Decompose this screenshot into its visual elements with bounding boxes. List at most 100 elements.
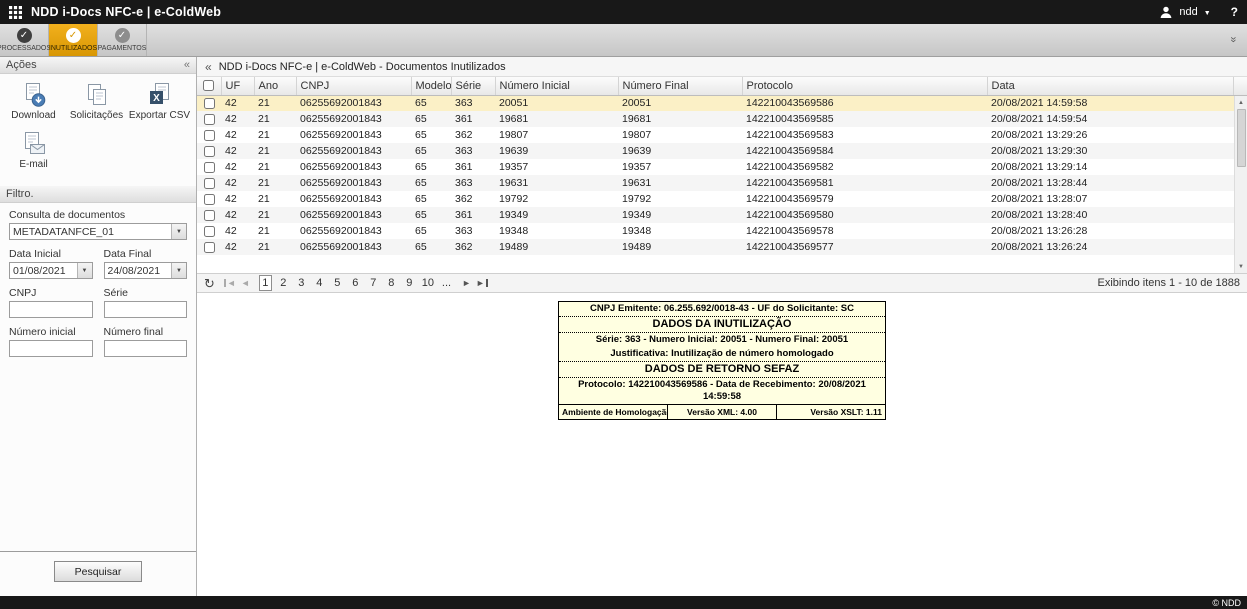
- column-header-numero-inicial[interactable]: Número Inicial: [495, 77, 618, 95]
- data-final-select[interactable]: 24/08/2021 ▼: [104, 262, 188, 279]
- table-header-row: UFAnoCNPJModeloSérieNúmero InicialNúmero…: [197, 77, 1234, 95]
- checkbox-cell: [197, 143, 221, 159]
- table-cell: 363: [451, 95, 495, 111]
- column-header-uf[interactable]: UF: [221, 77, 254, 95]
- tab-label: INUTILIZADOS: [49, 45, 97, 52]
- cnpj-input[interactable]: [9, 301, 93, 318]
- scroll-up-icon[interactable]: ▲: [1235, 96, 1247, 109]
- next-page-button[interactable]: ►: [462, 279, 471, 288]
- table-cell: 19349: [495, 207, 618, 223]
- column-header-modelo[interactable]: Modelo: [411, 77, 451, 95]
- table-row[interactable]: 4221062556920018436536219807198071422100…: [197, 127, 1234, 143]
- checkbox-cell: [197, 207, 221, 223]
- download-action[interactable]: Download: [2, 82, 65, 121]
- table-cell: 19631: [495, 175, 618, 191]
- table-cell: 19631: [618, 175, 742, 191]
- column-header-numero-final[interactable]: Número Final: [618, 77, 742, 95]
- scroll-thumb[interactable]: [1237, 109, 1246, 167]
- solicitacoes-action[interactable]: Solicitações: [65, 82, 128, 121]
- preview-justificativa-line: Justificativa: Inutilização de número ho…: [559, 347, 885, 361]
- page-number-1[interactable]: 1: [259, 275, 272, 291]
- email-action[interactable]: E-mail: [2, 131, 65, 170]
- table-cell: 21: [254, 175, 296, 191]
- chevron-down-icon[interactable]: ▼: [77, 263, 92, 278]
- page-number-7[interactable]: 7: [367, 276, 380, 290]
- table-cell: 19639: [618, 143, 742, 159]
- serie-input[interactable]: [104, 301, 188, 318]
- tab-inutilizados[interactable]: ✓INUTILIZADOS: [49, 24, 98, 56]
- refresh-icon[interactable]: ↻: [204, 277, 215, 290]
- column-header-protocolo[interactable]: Protocolo: [742, 77, 987, 95]
- table-row[interactable]: 4221062556920018436536119349193491422100…: [197, 207, 1234, 223]
- page-number-8[interactable]: 8: [385, 276, 398, 290]
- page-number-9[interactable]: 9: [403, 276, 416, 290]
- user-menu-caret-icon[interactable]: ▼: [1204, 10, 1211, 17]
- page-number-3[interactable]: 3: [295, 276, 308, 290]
- preview-inutilizacao-block: Série: 363 - Numero Inicial: 20051 - Num…: [559, 333, 885, 362]
- row-checkbox[interactable]: [204, 162, 215, 173]
- last-page-button[interactable]: ►: [476, 279, 488, 288]
- column-header-serie[interactable]: Série: [451, 77, 495, 95]
- page-number-6[interactable]: 6: [349, 276, 362, 290]
- consulta-select[interactable]: METADATANFCE_01 ▼: [9, 223, 187, 240]
- data-inicial-select[interactable]: 01/08/2021 ▼: [9, 262, 93, 279]
- first-page-button[interactable]: ◄: [224, 279, 236, 288]
- tab-processados[interactable]: ✓PROCESSADOS: [0, 24, 49, 56]
- chevron-down-icon[interactable]: ▼: [171, 263, 186, 278]
- scroll-down-icon[interactable]: ▼: [1235, 260, 1247, 273]
- breadcrumb-collapse-icon[interactable]: «: [205, 60, 212, 74]
- page-numbers: 12345678910...: [259, 275, 453, 291]
- table-cell: 362: [451, 239, 495, 255]
- vertical-scrollbar[interactable]: ▲ ▼: [1234, 96, 1247, 273]
- row-checkbox[interactable]: [204, 194, 215, 205]
- user-menu[interactable]: ndd: [1179, 6, 1197, 18]
- page-number-4[interactable]: 4: [313, 276, 326, 290]
- breadcrumb-bar: « NDD i-Docs NFC-e | e-ColdWeb - Documen…: [197, 57, 1247, 77]
- row-checkbox[interactable]: [204, 226, 215, 237]
- table-row[interactable]: 4221062556920018436536319639196391422100…: [197, 143, 1234, 159]
- row-checkbox[interactable]: [204, 130, 215, 141]
- row-checkbox[interactable]: [204, 146, 215, 157]
- row-checkbox[interactable]: [204, 242, 215, 253]
- tab-pagamentos[interactable]: ✓PAGAMENTOS: [98, 24, 147, 56]
- row-checkbox[interactable]: [204, 210, 215, 221]
- data-final-label: Data Final: [104, 248, 188, 260]
- table-row[interactable]: 4221062556920018436536319631196311422100…: [197, 175, 1234, 191]
- chevron-down-icon[interactable]: ▼: [171, 224, 186, 239]
- checkbox-cell: [197, 111, 221, 127]
- table-cell: 21: [254, 223, 296, 239]
- table-cell: 20/08/2021 13:26:28: [987, 223, 1234, 239]
- row-checkbox[interactable]: [204, 98, 215, 109]
- table-row[interactable]: 4221062556920018436536119681196811422100…: [197, 111, 1234, 127]
- row-checkbox[interactable]: [204, 114, 215, 125]
- help-button[interactable]: ?: [1231, 5, 1238, 19]
- top-bar: NDD i-Docs NFC-e | e-ColdWeb ndd ▼ ?: [0, 0, 1247, 24]
- actions-collapse-icon[interactable]: «: [184, 59, 190, 71]
- table-cell: 21: [254, 127, 296, 143]
- numero-final-input[interactable]: [104, 340, 188, 357]
- table-cell: 42: [221, 191, 254, 207]
- ribbon-collapse-icon[interactable]: «: [1228, 36, 1239, 42]
- column-header-cnpj[interactable]: CNPJ: [296, 77, 411, 95]
- page-number-2[interactable]: 2: [277, 276, 290, 290]
- table-cell: 19489: [618, 239, 742, 255]
- table-cell: 361: [451, 159, 495, 175]
- row-checkbox[interactable]: [204, 178, 215, 189]
- column-header-ano[interactable]: Ano: [254, 77, 296, 95]
- app-grid-icon[interactable]: [9, 6, 22, 19]
- table-row[interactable]: 4221062556920018436536319348193481422100…: [197, 223, 1234, 239]
- table-row[interactable]: 4221062556920018436536119357193571422100…: [197, 159, 1234, 175]
- column-header-data[interactable]: Data: [987, 77, 1234, 95]
- table-cell: 42: [221, 239, 254, 255]
- pesquisar-button[interactable]: Pesquisar: [54, 561, 142, 582]
- numero-inicial-input[interactable]: [9, 340, 93, 357]
- table-row[interactable]: 4221062556920018436536219792197921422100…: [197, 191, 1234, 207]
- page-number-5[interactable]: 5: [331, 276, 344, 290]
- table-row[interactable]: 4221062556920018436536320051200511422100…: [197, 95, 1234, 111]
- table-cell: 21: [254, 159, 296, 175]
- select-all-checkbox[interactable]: [203, 80, 214, 91]
- page-number-10[interactable]: 10: [421, 276, 435, 290]
- table-row[interactable]: 4221062556920018436536219489194891422100…: [197, 239, 1234, 255]
- prev-page-button[interactable]: ◄: [241, 279, 250, 288]
- exportar-csv-action[interactable]: X Exportar CSV: [128, 82, 191, 121]
